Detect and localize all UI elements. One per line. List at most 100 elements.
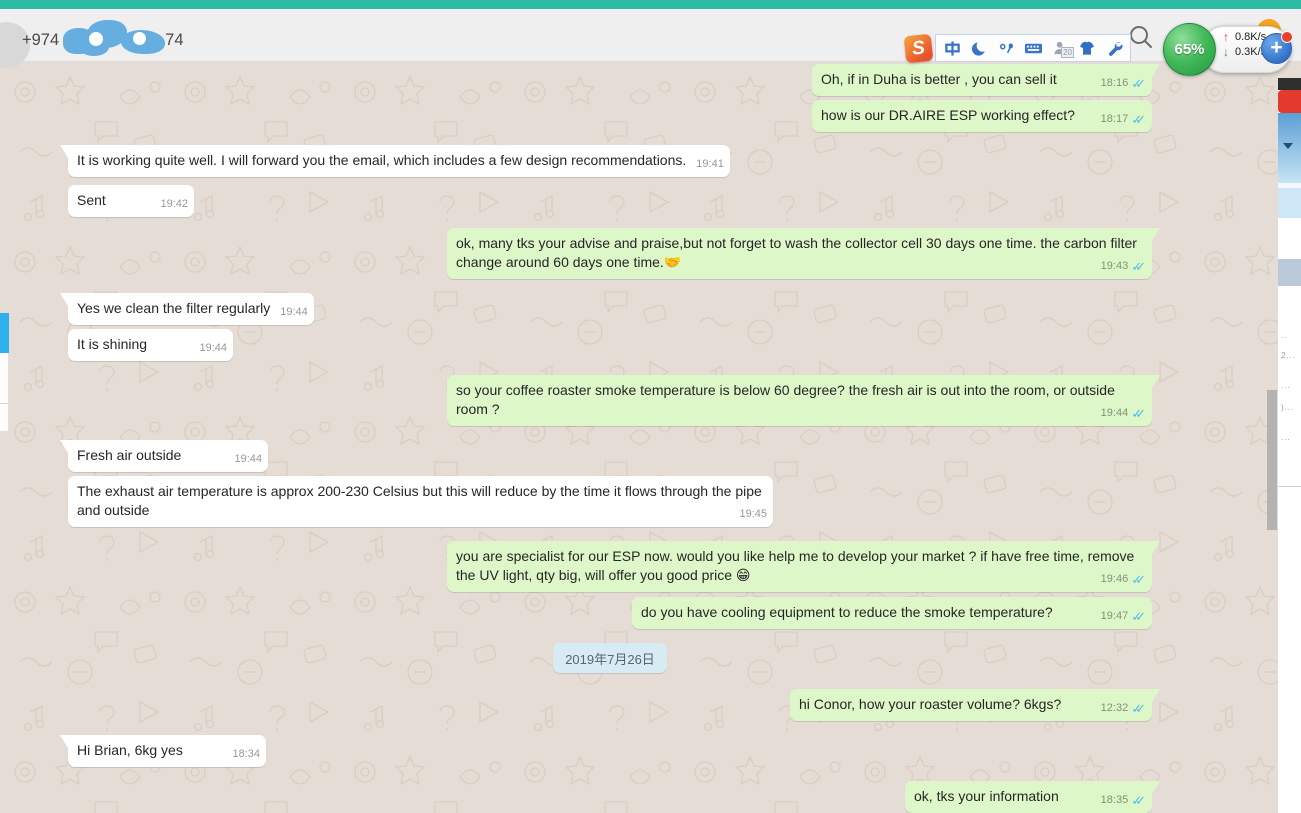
message-time: 19:42 bbox=[160, 195, 188, 214]
strip-white-band bbox=[1278, 218, 1301, 259]
message-bubble[interactable]: you are specialist for our ESP now. woul… bbox=[447, 541, 1152, 592]
read-receipt-icon: ✓✓ bbox=[1131, 702, 1139, 715]
message-time: 18:16 bbox=[1101, 74, 1129, 93]
soft-keyboard-icon[interactable] bbox=[1023, 38, 1043, 58]
message-bubble[interactable]: The exhaust air temperature is approx 20… bbox=[68, 476, 773, 527]
message-meta: 19:45 bbox=[739, 507, 767, 522]
message-time: 19:41 bbox=[696, 155, 724, 174]
strip-blue-gradient bbox=[1278, 113, 1301, 183]
message-time: 19:47 bbox=[1101, 607, 1129, 626]
read-receipt-icon: ✓✓ bbox=[1131, 573, 1139, 586]
strip-red-icon[interactable] bbox=[1278, 90, 1301, 113]
message-bubble[interactable]: It is working quite well. I will forward… bbox=[68, 145, 730, 177]
toolbox-wrench-icon[interactable] bbox=[1104, 38, 1124, 58]
left-edge-divider bbox=[0, 403, 8, 404]
message-bubble[interactable]: Oh, if in Duha is better , you can sell … bbox=[812, 64, 1152, 96]
message-time: 19:44 bbox=[234, 450, 262, 469]
message-bubble[interactable]: do you have cooling equipment to reduce … bbox=[632, 597, 1152, 629]
upload-arrow-icon: ↑ bbox=[1221, 31, 1231, 43]
sogou-logo-icon[interactable]: S bbox=[904, 33, 934, 63]
chat-scrollbar-thumb[interactable] bbox=[1267, 390, 1277, 530]
boost-ball[interactable]: 65% bbox=[1163, 23, 1216, 76]
background-window-strip[interactable]: .. 2... ... )... ... bbox=[1278, 62, 1301, 813]
read-receipt-icon: ✓✓ bbox=[1131, 407, 1139, 420]
message-text: hi Conor, how your roaster volume? 6kgs? bbox=[799, 696, 1061, 712]
full-half-width-moon-icon[interactable] bbox=[969, 38, 989, 58]
message-time: 19:44 bbox=[280, 303, 308, 322]
message-bubble[interactable]: how is our DR.AIRE ESP working effect? 1… bbox=[812, 100, 1152, 132]
message-meta: 19:44✓✓ bbox=[1101, 406, 1146, 421]
message-bubble[interactable]: Hi Brian, 6kg yes 18:34 bbox=[68, 735, 266, 767]
message-bubble[interactable]: It is shining 19:44 bbox=[68, 329, 233, 361]
message-bubble[interactable]: Yes we clean the filter regularly 19:44 bbox=[68, 293, 314, 325]
read-receipt-icon: ✓✓ bbox=[1131, 77, 1139, 90]
message-time: 19:44 bbox=[199, 339, 227, 358]
message-time: 19:43 bbox=[1101, 257, 1129, 276]
message-text: ok, many tks your advise and praise,but … bbox=[456, 235, 1137, 270]
truncated-list-item[interactable]: ... bbox=[1281, 433, 1291, 442]
widget-plus-button[interactable]: + bbox=[1261, 33, 1292, 64]
message-text: The exhaust air temperature is approx 20… bbox=[77, 483, 762, 518]
message-meta: 19:42 bbox=[160, 197, 188, 212]
contact-title[interactable]: +974 74 bbox=[22, 24, 184, 56]
chat-message-area: Oh, if in Duha is better , you can sell … bbox=[0, 62, 1278, 813]
message-bubble[interactable]: Sent 19:42 bbox=[68, 185, 194, 217]
read-receipt-icon: ✓✓ bbox=[1131, 610, 1139, 623]
message-bubble[interactable]: ok, many tks your advise and praise,but … bbox=[447, 228, 1152, 279]
message-text: It is working quite well. I will forward… bbox=[77, 152, 686, 168]
message-text: so your coffee roaster smoke temperature… bbox=[456, 382, 1115, 417]
message-bubble[interactable]: hi Conor, how your roaster volume? 6kgs?… bbox=[790, 689, 1152, 721]
account-person-icon[interactable]: 20 bbox=[1050, 38, 1070, 58]
plus-label: + bbox=[1270, 37, 1282, 58]
message-bubble[interactable]: Fresh air outside 19:44 bbox=[68, 440, 268, 472]
message-text: Yes we clean the filter regularly bbox=[77, 300, 270, 316]
message-meta: 18:34 bbox=[232, 747, 260, 762]
truncated-list-item[interactable]: ... bbox=[1281, 381, 1291, 390]
message-meta: 19:44 bbox=[234, 452, 262, 467]
sogou-logo-letter: S bbox=[911, 38, 926, 58]
message-time: 19:46 bbox=[1101, 570, 1129, 589]
message-meta: 19:43✓✓ bbox=[1101, 259, 1146, 274]
message-text: you are specialist for our ESP now. woul… bbox=[456, 548, 1134, 583]
message-bubble[interactable]: ok, tks your information 18:35✓✓ bbox=[905, 781, 1152, 813]
message-bubble[interactable]: so your coffee roaster smoke temperature… bbox=[447, 375, 1152, 426]
censored-number-scribble bbox=[63, 24, 171, 56]
left-edge-blue-panel[interactable] bbox=[0, 313, 9, 353]
message-text: how is our DR.AIRE ESP working effect? bbox=[821, 107, 1075, 123]
message-text: do you have cooling equipment to reduce … bbox=[641, 604, 1053, 620]
message-text: Fresh air outside bbox=[77, 447, 181, 463]
chevron-down-icon[interactable] bbox=[1283, 143, 1293, 149]
message-time: 18:34 bbox=[232, 745, 260, 764]
net-speed-widget: ↑ 0.8K/s ↓ 0.3K/s 65% + bbox=[1163, 23, 1291, 77]
message-meta: 18:16✓✓ bbox=[1101, 76, 1146, 91]
notification-dot bbox=[1281, 31, 1293, 43]
message-meta: 19:47✓✓ bbox=[1101, 609, 1146, 624]
strip-divider-line bbox=[1278, 486, 1301, 487]
contact-number-prefix: +974 bbox=[22, 31, 59, 50]
message-meta: 18:35✓✓ bbox=[1101, 793, 1146, 808]
truncated-list-item[interactable]: .. bbox=[1281, 331, 1287, 340]
message-time: 19:45 bbox=[739, 505, 767, 524]
date-divider: 2019年7月26日 bbox=[553, 643, 667, 673]
strip-selected-item[interactable] bbox=[1278, 259, 1301, 286]
message-text: Hi Brian, 6kg yes bbox=[77, 742, 183, 758]
message-meta: 12:32✓✓ bbox=[1101, 701, 1146, 716]
read-receipt-icon: ✓✓ bbox=[1131, 794, 1139, 807]
whatsapp-top-bar bbox=[0, 0, 1301, 9]
truncated-list-item[interactable]: )... bbox=[1281, 403, 1294, 412]
message-text: ok, tks your information bbox=[914, 788, 1059, 804]
punctuation-icon[interactable] bbox=[996, 38, 1016, 58]
ime-toolbar: S 20 bbox=[905, 33, 1131, 63]
skin-shirt-icon[interactable] bbox=[1077, 38, 1097, 58]
strip-lightblue-band bbox=[1278, 188, 1301, 218]
message-list: Oh, if in Duha is better , you can sell … bbox=[0, 62, 1278, 813]
chinese-mode-icon[interactable] bbox=[942, 38, 962, 58]
message-time: 18:17 bbox=[1101, 110, 1129, 129]
message-time: 19:44 bbox=[1101, 404, 1129, 423]
read-receipt-icon: ✓✓ bbox=[1131, 113, 1139, 126]
read-receipt-icon: ✓✓ bbox=[1131, 260, 1139, 273]
strip-dark-bar bbox=[1278, 78, 1301, 90]
speed-readout: ↑ 0.8K/s ↓ 0.3K/s bbox=[1221, 31, 1266, 58]
left-edge-white-panel[interactable] bbox=[0, 353, 9, 431]
truncated-list-item[interactable]: 2... bbox=[1281, 351, 1296, 360]
